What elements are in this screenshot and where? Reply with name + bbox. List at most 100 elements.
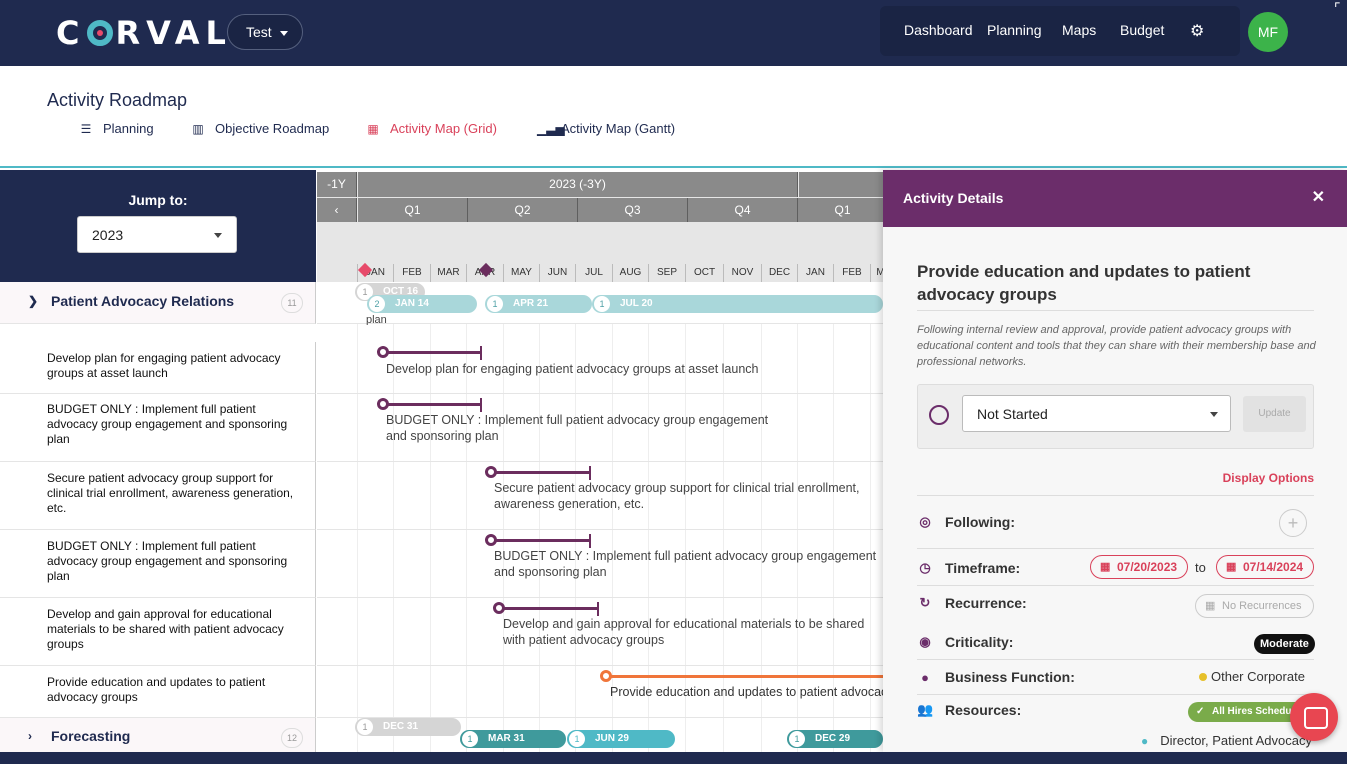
activity-bar[interactable] xyxy=(495,539,589,542)
activity-row-label[interactable]: Develop and gain approval for educationa… xyxy=(0,598,316,666)
jump-year-select[interactable]: 2023 xyxy=(77,216,237,253)
avatar[interactable]: MF xyxy=(1248,12,1288,52)
following-field: ◎ Following: xyxy=(917,514,1015,530)
month-label: MAR xyxy=(430,264,466,282)
activity-row-label[interactable]: Secure patient advocacy group support fo… xyxy=(0,462,316,530)
corval-logo[interactable]: C RVAL xyxy=(56,14,232,52)
tenant-dropdown[interactable]: Test xyxy=(227,14,303,50)
nav-dashboard[interactable]: Dashboard xyxy=(904,22,973,38)
milestone-pill[interactable]: 2 JAN 14 xyxy=(367,295,477,313)
activity-row-label[interactable]: BUDGET ONLY : Implement full patient adv… xyxy=(0,530,316,598)
display-options-link[interactable]: Display Options xyxy=(1223,471,1314,485)
bar-label: BUDGET ONLY : Implement full patient adv… xyxy=(386,413,769,443)
activity-bar[interactable] xyxy=(387,351,481,354)
gear-icon[interactable]: ⚙ xyxy=(1190,21,1204,41)
milestone-pill[interactable]: 1 APR 21 xyxy=(485,295,592,313)
chevron-down-icon[interactable]: ❯ xyxy=(28,294,38,309)
nav-maps[interactable]: Maps xyxy=(1062,22,1096,38)
calendar-icon: ▦ xyxy=(1205,600,1216,612)
activity-bar[interactable] xyxy=(495,471,589,474)
timeline-header: -1Y 2023 (-3Y) ‹ Q1 Q2 Q3 Q4 Q1 JAN FEB … xyxy=(317,172,883,282)
milestone-pill[interactable]: 1 JUN 29 xyxy=(567,730,675,748)
activity-row-label[interactable]: Provide education and updates to patient… xyxy=(0,666,316,718)
activity-row: Develop and gain approval for educationa… xyxy=(317,598,883,666)
milestone-pill[interactable]: 1 JUL 20 xyxy=(592,295,883,313)
resource-person-name: Director, Patient Advocacy xyxy=(1160,733,1312,748)
group-row-forecasting[interactable]: › Forecasting 12 xyxy=(0,718,316,752)
activity-details-panel: Activity Details ✕ Provide education and… xyxy=(883,170,1347,752)
status-value: Not Started xyxy=(977,406,1048,422)
jump-panel: Jump to: 2023 xyxy=(0,170,316,282)
update-button[interactable]: Update xyxy=(1243,396,1306,432)
business-function-field: ● Business Function: xyxy=(917,669,1075,685)
activity-row-label[interactable]: Develop plan for engaging patient advoca… xyxy=(0,342,316,394)
add-follower-button[interactable]: + xyxy=(1279,509,1307,537)
activity-row: BUDGET ONLY : Implement full patient adv… xyxy=(317,530,883,598)
nav-planning[interactable]: Planning xyxy=(987,22,1042,38)
month-label: OCT xyxy=(685,264,723,282)
group-name: Forecasting xyxy=(51,728,131,744)
month-label: DEC xyxy=(761,264,797,282)
tab-planning[interactable]: ☰ Planning xyxy=(79,121,154,136)
end-date-picker[interactable]: ▦ 07/14/2024 xyxy=(1216,555,1314,579)
divider xyxy=(917,694,1314,695)
quarter-q4: Q4 xyxy=(688,198,798,222)
milestone-count: 1 xyxy=(357,719,373,735)
activity-row-label[interactable]: BUDGET ONLY : Implement full patient adv… xyxy=(0,394,316,462)
group-name: Patient Advocacy Relations xyxy=(51,293,235,309)
bar-label: Secure patient advocacy group support fo… xyxy=(494,481,860,511)
bar-end xyxy=(480,398,482,412)
activity-bar[interactable] xyxy=(503,607,597,610)
business-function-value: Other Corporate xyxy=(1199,669,1305,684)
start-date-picker[interactable]: ▦ 07/20/2023 xyxy=(1090,555,1188,579)
chevron-down-icon xyxy=(280,31,288,36)
close-icon[interactable]: ✕ xyxy=(1312,187,1325,207)
list-icon: ☰ xyxy=(80,121,92,136)
tab-activity-map-gantt[interactable]: ▁▃▅ Activity Map (Gantt) xyxy=(537,121,675,136)
activity-bar-selected[interactable] xyxy=(610,675,883,678)
quarter-q1-next: Q1 xyxy=(798,198,883,222)
activity-row: Provide education and updates to patient… xyxy=(317,666,883,718)
tab-activity-map-grid[interactable]: ▦ Activity Map (Grid) xyxy=(366,121,497,136)
dot-circle-icon: ◉ xyxy=(919,634,931,649)
page-header: Activity Roadmap ☰ Planning ▥ Objective Ro… xyxy=(0,66,1347,168)
expand-icon[interactable]: ⌜ xyxy=(1334,0,1347,18)
recurrence-button[interactable]: ▦ No Recurrences xyxy=(1195,594,1314,618)
milestone-pill[interactable]: 1 DEC 29 xyxy=(787,730,883,748)
milestone-pill[interactable]: 1 DEC 31 xyxy=(355,718,461,736)
year-prev[interactable]: -1Y xyxy=(317,172,357,197)
milestone-date: APR 21 xyxy=(513,298,549,309)
month-label: MAY xyxy=(503,264,539,282)
activity-row: Develop plan for engaging patient advoca… xyxy=(317,342,883,394)
status-box: Not Started Update xyxy=(917,384,1314,449)
status-circle-icon xyxy=(929,405,949,425)
bar-label: Provide education and updates to patient… xyxy=(610,685,883,699)
criticality-badge[interactable]: Moderate xyxy=(1254,634,1315,654)
bar-end xyxy=(480,346,482,360)
activity-bar[interactable] xyxy=(387,403,481,406)
chevron-left-icon[interactable]: ‹ xyxy=(317,198,357,222)
group-milestone-row: 1 DEC 31 1 MAR 31 1 JUN 29 1 DEC 29 xyxy=(317,718,883,752)
nav-budget[interactable]: Budget xyxy=(1120,22,1164,38)
milestone-pill[interactable]: 1 MAR 31 xyxy=(460,730,566,748)
user-circle-icon: ◎ xyxy=(919,514,931,529)
chat-launcher-button[interactable] xyxy=(1290,693,1338,741)
month-label: M xyxy=(870,264,883,282)
bottom-bar xyxy=(0,752,1347,764)
group-count-badge: 12 xyxy=(281,728,303,748)
chevron-right-icon[interactable]: › xyxy=(28,729,32,744)
chevron-down-icon xyxy=(214,233,222,238)
quarter-q2: Q2 xyxy=(468,198,578,222)
group-row-patient-advocacy[interactable]: ❯ Patient Advocacy Relations 11 xyxy=(0,282,316,324)
status-dot xyxy=(1199,672,1207,681)
tab-label: Objective Roadmap xyxy=(215,121,330,136)
activity-row: Secure patient advocacy group support fo… xyxy=(317,462,883,530)
timeframe-field: ◷ Timeframe: xyxy=(917,560,1020,576)
status-select[interactable]: Not Started xyxy=(962,395,1231,432)
end-date: 07/14/2024 xyxy=(1243,560,1304,574)
panel-header: Activity Details ✕ xyxy=(883,170,1347,227)
tab-objective-roadmap[interactable]: ▥ Objective Roadmap xyxy=(191,121,329,136)
milestone-date: DEC 31 xyxy=(383,721,419,732)
milestone-count: 1 xyxy=(462,731,478,747)
jump-label: Jump to: xyxy=(128,192,188,208)
